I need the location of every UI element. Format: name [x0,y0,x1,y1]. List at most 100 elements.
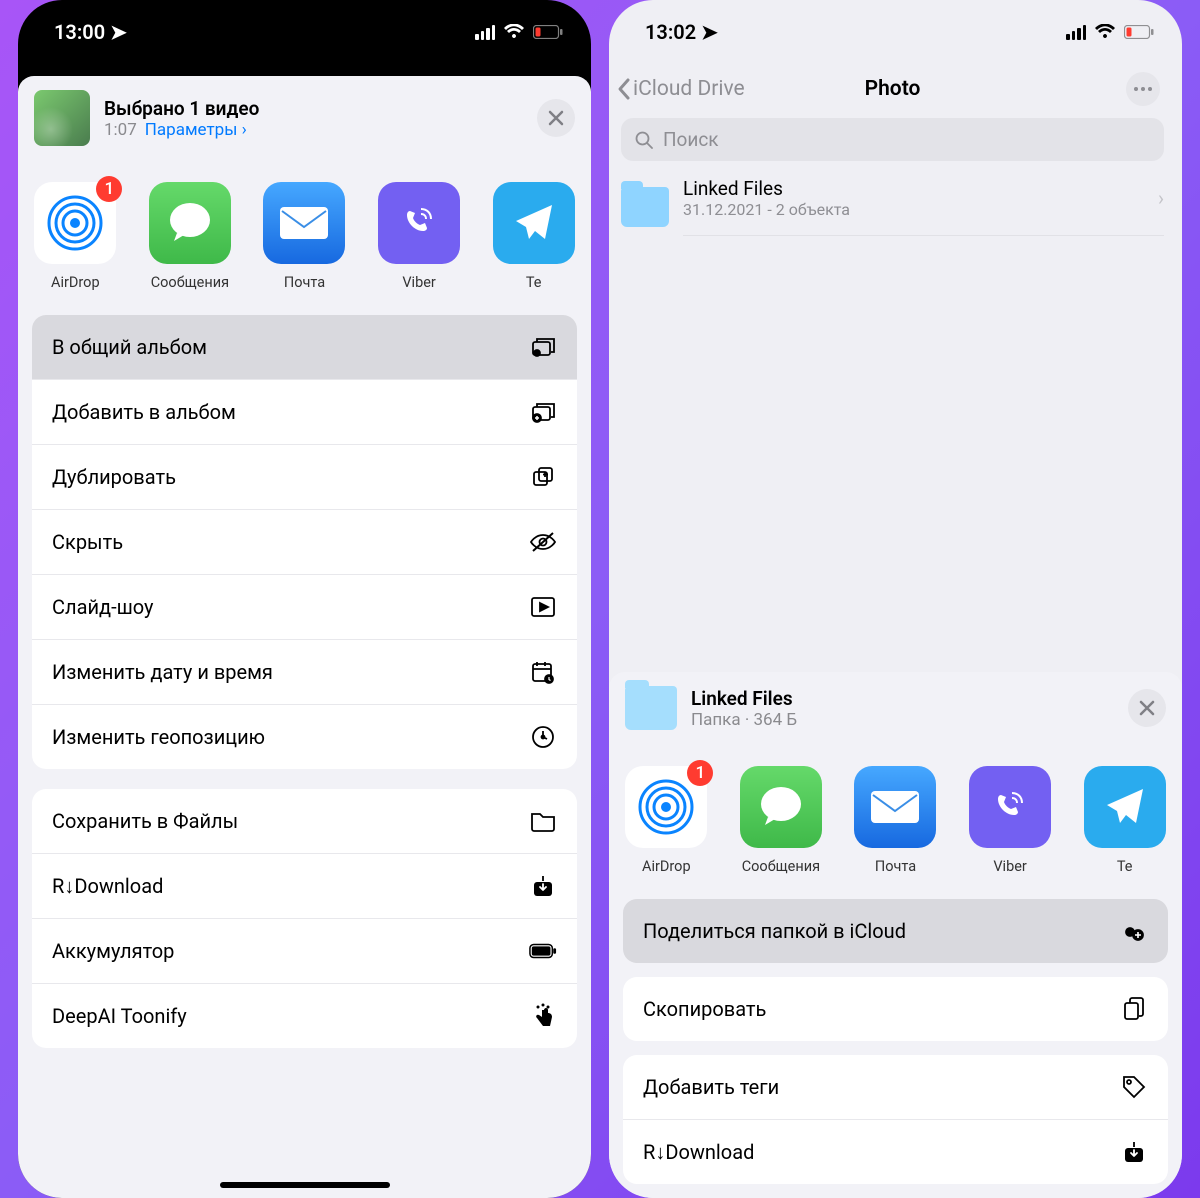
sheet-title: Linked Files [691,687,1114,710]
close-icon [1139,700,1155,716]
app-viber[interactable]: Viber [967,766,1054,875]
sheet-header: Linked Files Папка · 364 Б [609,672,1182,744]
action-shared-album[interactable]: В общий альбом [32,315,577,380]
action-hide[interactable]: Скрыть [32,510,577,575]
app-messages[interactable]: Сообщения [147,182,234,291]
close-button[interactable] [1128,689,1166,727]
location-arrow-icon: ➤ [110,20,127,44]
action-duplicate[interactable]: Дублировать [32,445,577,510]
app-label: Почта [284,274,325,291]
action-copy[interactable]: Скопировать [623,977,1168,1041]
app-telegram[interactable]: Te [1081,766,1168,875]
share-sheet: Выбрано 1 видео 1:07 Параметры › 1AirDro… [18,76,591,1198]
app-label: Почта [875,858,916,875]
app-row: 1AirDrop Сообщения Почта Viber Te [609,744,1182,893]
app-label: Te [1117,858,1133,875]
viber-icon [378,182,460,264]
action-download[interactable]: R↓Download [32,854,577,919]
action-label: R↓Download [52,874,163,899]
action-group-1: Поделиться папкой в iCloud [623,899,1168,963]
phone-right: 13:02 ➤ iCloud Drive Photo [609,0,1182,1198]
action-label: Добавить в альбом [52,400,236,424]
status-icons [1066,24,1154,40]
app-label: Сообщения [151,274,229,291]
action-slideshow[interactable]: Слайд-шоу [32,575,577,640]
airdrop-icon: 1 [34,182,116,264]
action-label: Скопировать [643,997,766,1021]
hide-icon [529,528,557,556]
page-title: Photo [865,77,921,101]
more-button[interactable] [1126,72,1160,106]
mail-icon [854,766,936,848]
action-label: R↓Download [643,1140,754,1165]
sheet-title: Выбрано 1 видео [104,97,523,120]
app-label: Viber [402,274,436,291]
status-time: 13:02 ➤ [645,20,718,44]
cellular-icon [475,25,495,40]
action-folder[interactable]: Сохранить в Файлы [32,789,577,854]
folder-icon [625,686,677,730]
close-button[interactable] [537,99,575,137]
files-browser: iCloud Drive Photo Поиск Linked Files 31… [609,64,1182,242]
action-label: Добавить теги [643,1075,779,1099]
action-datetime[interactable]: Изменить дату и время [32,640,577,705]
action-label: Изменить дату и время [52,660,273,684]
battery-icon [529,937,557,965]
chevron-left-icon [617,77,631,101]
download-icon [529,872,557,900]
app-telegram[interactable]: Te [490,182,577,291]
nav-bar: iCloud Drive Photo [617,64,1168,114]
messages-icon [149,182,231,264]
folder-meta: 31.12.2021 - 2 объекта [683,200,1158,219]
location-icon [529,723,557,751]
copy-icon [1120,995,1148,1023]
share-sheet: Linked Files Папка · 364 Б 1AirDrop Сообщ… [609,672,1182,1198]
app-mail[interactable]: Почта [261,182,348,291]
viber-icon [969,766,1051,848]
status-icons [475,24,563,40]
home-indicator[interactable] [220,1182,390,1188]
app-label: Te [526,274,542,291]
action-group-3: Добавить теги R↓Download [623,1055,1168,1184]
app-label: Сообщения [742,858,820,875]
app-airdrop[interactable]: 1AirDrop [623,766,710,875]
parameters-link[interactable]: Параметры › [145,120,247,140]
wifi-icon [503,24,525,40]
action-label: Поделиться папкой в iCloud [643,919,906,943]
folder-icon [529,807,557,835]
folder-row[interactable]: Linked Files 31.12.2021 - 2 объекта › [617,171,1168,242]
time-label: 13:02 [645,20,696,44]
app-viber[interactable]: Viber [376,182,463,291]
action-label: Аккумулятор [52,939,174,963]
status-bar: 13:00 ➤ [18,0,591,64]
action-label: Дублировать [52,465,176,489]
action-share-folder[interactable]: Поделиться папкой в iCloud [623,899,1168,963]
messages-icon [740,766,822,848]
share-folder-icon [1120,917,1148,945]
action-touch[interactable]: DeepAI Toonify [32,984,577,1048]
action-add-album[interactable]: Добавить в альбом [32,380,577,445]
action-location[interactable]: Изменить геопозицию [32,705,577,769]
app-airdrop[interactable]: 1AirDrop [32,182,119,291]
action-download[interactable]: R↓Download [623,1120,1168,1184]
search-placeholder: Поиск [663,128,719,151]
search-input[interactable]: Поиск [621,118,1164,161]
app-messages[interactable]: Сообщения [738,766,825,875]
action-group-2: Сохранить в Файлы R↓Download Аккумулятор De… [32,789,577,1048]
sheet-subtitle: Папка · 364 Б [691,710,1114,730]
duplicate-icon [529,463,557,491]
action-battery[interactable]: Аккумулятор [32,919,577,984]
app-mail[interactable]: Почта [852,766,939,875]
time-label: 13:00 [54,20,105,44]
action-tag[interactable]: Добавить теги [623,1055,1168,1120]
slideshow-icon [529,593,557,621]
action-label: Сохранить в Файлы [52,809,238,833]
app-row: 1AirDrop Сообщения Почта Viber Te [18,160,591,309]
telegram-icon [1084,766,1166,848]
back-button[interactable]: iCloud Drive [617,77,745,101]
video-duration: 1:07 [104,120,137,140]
mail-icon [263,182,345,264]
video-thumbnail[interactable] [34,90,90,146]
action-label: В общий альбом [52,335,207,359]
tag-icon [1120,1073,1148,1101]
